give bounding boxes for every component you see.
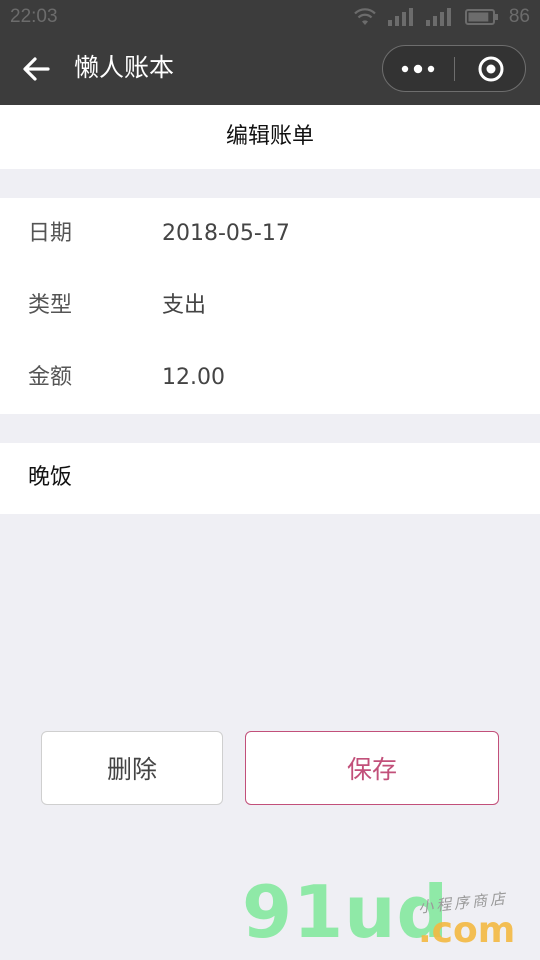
form-row-date[interactable]: 日期 2018-05-17	[0, 198, 540, 270]
more-dots-icon	[401, 64, 435, 73]
status-time: 22:03	[10, 6, 58, 27]
page-header: 编辑账单	[0, 105, 540, 169]
form-row-amount[interactable]: 金额 12.00	[0, 342, 540, 414]
date-value[interactable]: 2018-05-17	[162, 218, 290, 250]
nav-bar: 懒人账本	[0, 32, 540, 105]
target-circle-icon	[478, 56, 504, 81]
bill-form: 日期 2018-05-17 类型 支出 金额 12.00	[0, 198, 540, 414]
back-button[interactable]	[18, 54, 54, 84]
watermark-domain: .com	[418, 910, 516, 951]
battery-percent: 86	[508, 6, 530, 27]
note-field[interactable]: 晚饭	[0, 443, 540, 514]
app-title: 懒人账本	[74, 53, 175, 82]
battery-icon	[464, 9, 498, 25]
save-button[interactable]: 保存	[245, 731, 499, 805]
status-icons: 86	[353, 6, 530, 28]
type-label: 类型	[28, 293, 73, 318]
note-text[interactable]: 晚饭	[28, 462, 72, 494]
close-miniprogram-button[interactable]	[456, 46, 526, 91]
more-button[interactable]	[383, 46, 453, 91]
amount-value[interactable]: 12.00	[162, 362, 225, 394]
type-value[interactable]: 支出	[162, 290, 206, 322]
amount-label: 金额	[28, 365, 73, 390]
capsule-menu	[382, 45, 526, 92]
arrow-left-icon	[23, 57, 50, 81]
page-title: 编辑账单	[225, 124, 314, 149]
capsule-divider	[454, 57, 455, 81]
form-row-type[interactable]: 类型 支出	[0, 270, 540, 342]
wifi-icon	[354, 8, 376, 25]
signal-hd-icon	[425, 8, 451, 26]
delete-button[interactable]: 删除	[41, 731, 223, 805]
signal-icon	[387, 8, 413, 26]
watermark: 91ud 小程序商店 .com	[240, 870, 540, 960]
status-bar: 22:03 86	[0, 0, 540, 32]
date-label: 日期	[28, 221, 73, 246]
